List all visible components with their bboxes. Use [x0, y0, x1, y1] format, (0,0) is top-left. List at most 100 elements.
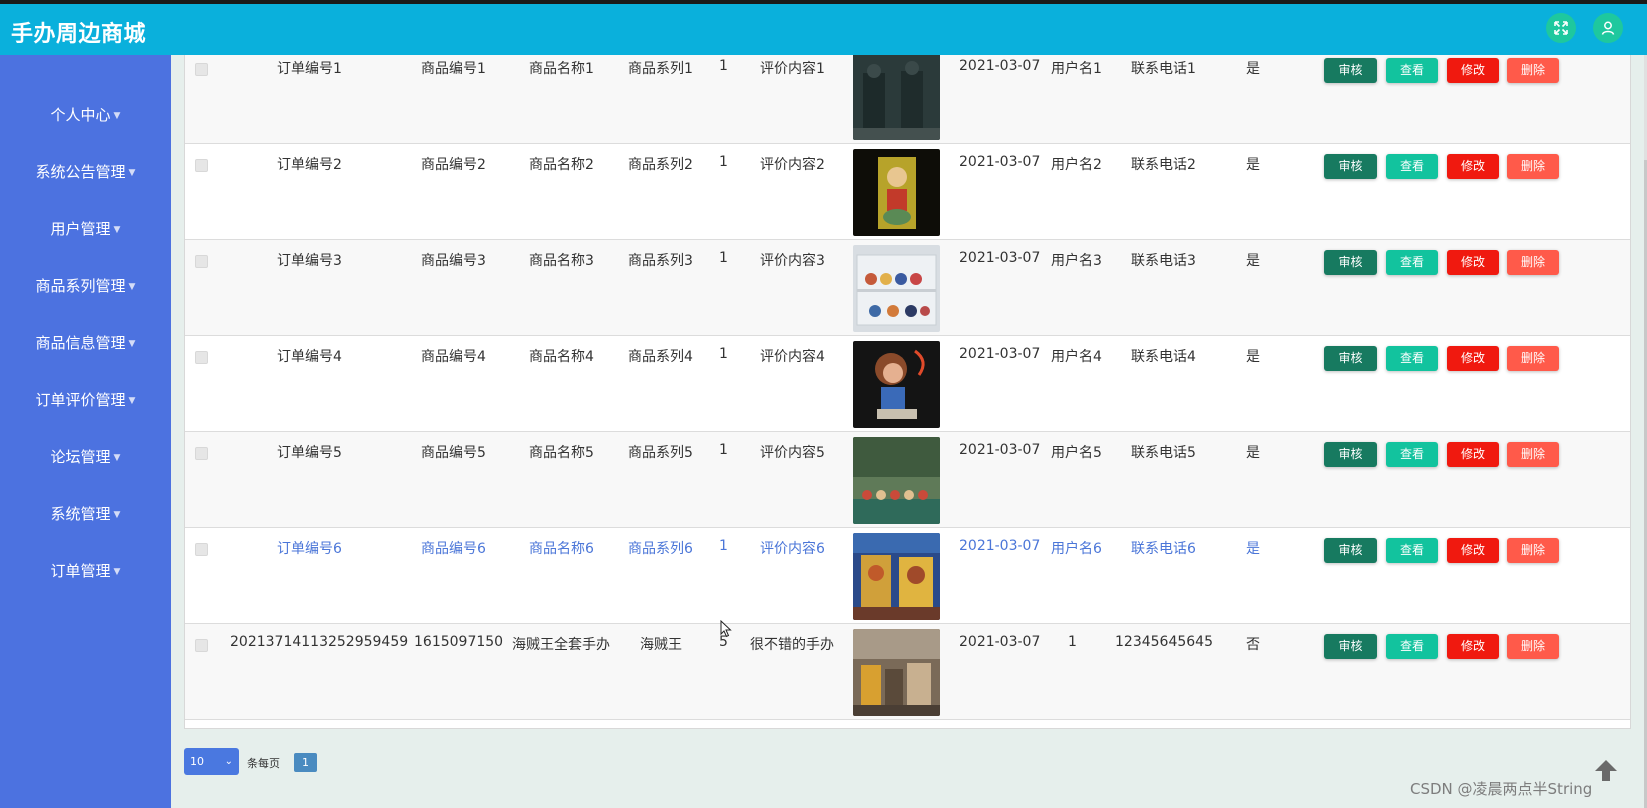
sidebar-item-system[interactable]: 系统管理 ▼	[0, 494, 171, 534]
sidebar-item-label: 系统管理	[50, 505, 111, 523]
page-size-select[interactable]: 10 ⌄	[184, 748, 239, 775]
sidebar-item-order-reviews[interactable]: 订单评价管理 ▼	[0, 380, 171, 420]
product-image[interactable]	[853, 245, 940, 332]
view-button[interactable]: 查看	[1386, 250, 1438, 275]
series-cell: 商品系列2	[628, 157, 693, 173]
caret-down-icon: ▼	[113, 452, 121, 463]
username-cell: 1	[1068, 634, 1077, 650]
delete-button[interactable]: 删除	[1507, 442, 1559, 467]
table-row[interactable]: 订单编号3 商品编号3 商品名称3 商品系列3 1 评价内容3 2021-03-…	[185, 240, 1630, 336]
audit-button[interactable]: 审核	[1324, 154, 1377, 179]
user-button[interactable]	[1593, 13, 1623, 43]
qty-cell: 1	[719, 154, 728, 170]
audit-button[interactable]: 审核	[1324, 250, 1377, 275]
table-row[interactable]: 订单编号2 商品编号2 商品名称2 商品系列2 1 评价内容2 2021-03-…	[185, 144, 1630, 240]
audit-button[interactable]: 审核	[1324, 58, 1377, 83]
mouse-cursor-icon	[720, 619, 732, 642]
row-checkbox[interactable]	[195, 543, 208, 556]
view-button[interactable]: 查看	[1386, 442, 1438, 467]
product-image[interactable]	[853, 533, 940, 620]
phone-cell: 联系电话1	[1131, 61, 1196, 77]
edit-button[interactable]: 修改	[1447, 538, 1499, 563]
goods-no-cell: 商品编号4	[421, 349, 486, 365]
sidebar-item-announcements[interactable]: 系统公告管理 ▼	[0, 152, 171, 192]
table-row[interactable]: 订单编号1 商品编号1 商品名称1 商品系列1 1 评价内容1 2021-03-…	[185, 55, 1630, 144]
delete-button[interactable]: 删除	[1507, 250, 1559, 275]
row-checkbox[interactable]	[195, 351, 208, 364]
product-image[interactable]	[853, 437, 940, 524]
review-cell: 评价内容5	[760, 445, 825, 461]
edit-button[interactable]: 修改	[1447, 346, 1499, 371]
caret-down-icon: ▼	[113, 566, 121, 577]
table-row[interactable]: 订单编号5 商品编号5 商品名称5 商品系列5 1 评价内容5 2021-03-…	[185, 432, 1630, 528]
view-button[interactable]: 查看	[1386, 346, 1438, 371]
goods-name-cell: 海贼王全套手办	[512, 637, 610, 653]
view-button[interactable]: 查看	[1386, 58, 1438, 83]
delete-button[interactable]: 删除	[1507, 538, 1559, 563]
delete-button[interactable]: 删除	[1507, 154, 1559, 179]
audit-button[interactable]: 审核	[1324, 634, 1377, 659]
goods-no-cell: 商品编号5	[421, 445, 486, 461]
audit-button[interactable]: 审核	[1324, 442, 1377, 467]
view-button[interactable]: 查看	[1386, 154, 1438, 179]
edit-button[interactable]: 修改	[1447, 634, 1499, 659]
edit-button[interactable]: 修改	[1447, 154, 1499, 179]
row-checkbox[interactable]	[195, 63, 208, 76]
order-no-cell: 订单编号6	[277, 541, 342, 557]
app-title: 手办周边商城	[11, 22, 147, 47]
sidebar-item-profile[interactable]: 个人中心 ▼	[0, 95, 171, 135]
order-no-cell: 订单编号1	[277, 61, 342, 77]
sidebar-item-orders[interactable]: 订单管理 ▼	[0, 551, 171, 591]
view-button[interactable]: 查看	[1386, 634, 1438, 659]
date-cell: 2021-03-07	[959, 634, 1041, 650]
fullscreen-button[interactable]	[1546, 13, 1576, 43]
date-cell: 2021-03-07	[959, 346, 1041, 362]
goods-name-cell: 商品名称4	[529, 349, 594, 365]
edit-button[interactable]: 修改	[1447, 250, 1499, 275]
series-cell: 海贼王	[640, 637, 682, 653]
sidebar-item-forum[interactable]: 论坛管理 ▼	[0, 437, 171, 477]
delete-button[interactable]: 删除	[1507, 58, 1559, 83]
sidebar-item-label: 商品信息管理	[35, 334, 126, 352]
per-page-label: 条每页	[247, 757, 280, 770]
table-row[interactable]: 订单编号4 商品编号4 商品名称4 商品系列4 1 评价内容4 2021-03-…	[185, 336, 1630, 432]
username-cell: 用户名4	[1051, 349, 1102, 365]
row-checkbox[interactable]	[195, 639, 208, 652]
edit-button[interactable]: 修改	[1447, 58, 1499, 83]
back-to-top-button[interactable]	[1592, 757, 1620, 785]
audit-button[interactable]: 审核	[1324, 538, 1377, 563]
goods-no-cell: 商品编号3	[421, 253, 486, 269]
row-checkbox[interactable]	[195, 159, 208, 172]
caret-down-icon: ▼	[128, 395, 136, 406]
approved-cell: 是	[1246, 61, 1260, 77]
sidebar-item-goods[interactable]: 商品信息管理 ▼	[0, 323, 171, 363]
product-image[interactable]	[853, 55, 940, 140]
approved-cell: 是	[1246, 157, 1260, 173]
delete-button[interactable]: 删除	[1507, 634, 1559, 659]
product-image[interactable]	[853, 149, 940, 236]
edit-button[interactable]: 修改	[1447, 442, 1499, 467]
row-checkbox[interactable]	[195, 255, 208, 268]
order-no-cell: 订单编号2	[277, 157, 342, 173]
caret-down-icon: ▼	[113, 509, 121, 520]
product-image[interactable]	[853, 629, 940, 716]
top-bar: 手办周边商城	[0, 4, 1647, 59]
sidebar-item-label: 商品系列管理	[35, 277, 126, 295]
approved-cell: 是	[1246, 541, 1260, 557]
delete-button[interactable]: 删除	[1507, 346, 1559, 371]
audit-button[interactable]: 审核	[1324, 346, 1377, 371]
sidebar-item-series[interactable]: 商品系列管理 ▼	[0, 266, 171, 306]
table-row[interactable]: 订单编号6 商品编号6 商品名称6 商品系列6 1 评价内容6 2021-03-…	[185, 528, 1630, 624]
date-cell: 2021-03-07	[959, 250, 1041, 266]
row-checkbox[interactable]	[195, 447, 208, 460]
sidebar-item-users[interactable]: 用户管理 ▼	[0, 209, 171, 249]
page-number-button[interactable]: 1	[294, 753, 317, 772]
caret-down-icon: ▼	[128, 167, 136, 178]
username-cell: 用户名5	[1051, 445, 1102, 461]
product-image[interactable]	[853, 341, 940, 428]
table-row[interactable]: 20213714113252959459 1615097150 海贼王全套手办 …	[185, 624, 1630, 720]
approved-cell: 否	[1246, 637, 1260, 653]
expand-icon	[1554, 21, 1568, 35]
view-button[interactable]: 查看	[1386, 538, 1438, 563]
approved-cell: 是	[1246, 445, 1260, 461]
